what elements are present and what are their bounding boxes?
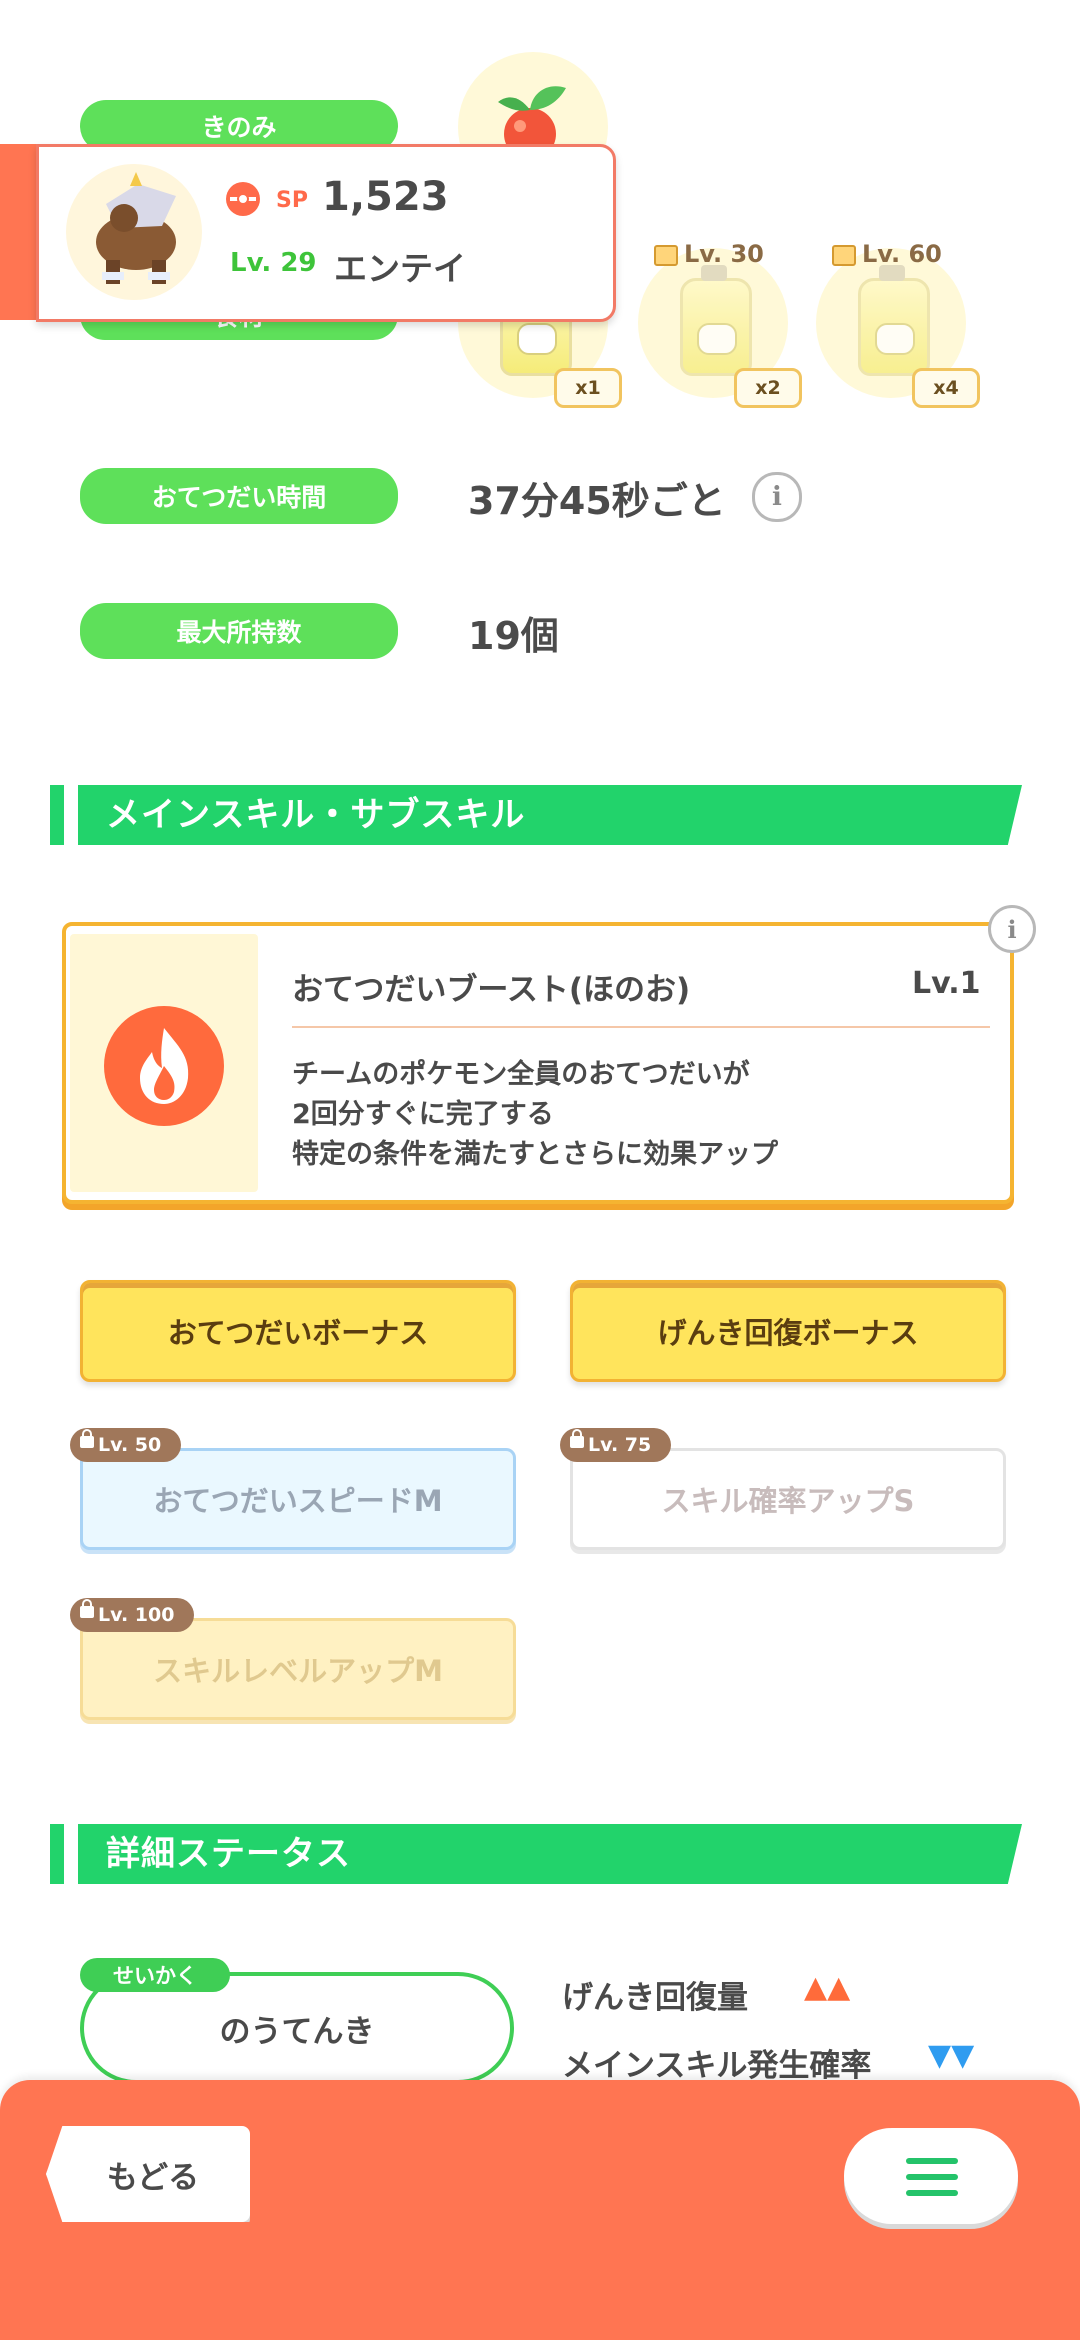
skill-level: Lv.1: [912, 966, 981, 1001]
skill-name: おてつだいブースト(ほのお): [292, 972, 691, 1008]
subskill-skill-level-up-m[interactable]: スキルレベルアップM: [80, 1618, 516, 1720]
oil-bottle-icon: [680, 265, 752, 376]
pokemon-avatar: [66, 164, 202, 300]
help-time-value: 37分45秒ごと: [468, 479, 726, 523]
skill-desc-line2: 2回分すぐに完了する: [292, 1099, 554, 1130]
section-title: メインスキル・サブスキル: [106, 795, 526, 835]
section-title: 詳細ステータス: [106, 1834, 351, 1874]
subskill-energy-recovery-bonus[interactable]: げんき回復ボーナス: [570, 1280, 1006, 1382]
back-label: もどる: [106, 2159, 200, 2196]
nature-up-label: げんき回復量: [562, 1980, 748, 2016]
subskill-helping-speed-m[interactable]: おてつだいスピードM: [80, 1448, 516, 1550]
unlock-level: Lv. 30: [654, 240, 764, 268]
info-icon[interactable]: i: [752, 472, 802, 522]
lock-icon: [570, 1429, 584, 1448]
qty-badge: x4: [912, 368, 980, 408]
lock-level-tag: Lv. 100: [70, 1598, 195, 1632]
sp-prefix: SP: [276, 188, 308, 213]
menu-button[interactable]: [844, 2128, 1018, 2224]
help-time-label: おてつだい時間: [80, 468, 398, 524]
pokemon-name: エンテイ: [334, 249, 466, 288]
divider: [292, 1026, 990, 1028]
skill-desc-line3: 特定の条件を満たすとさらに効果アップ: [292, 1139, 778, 1170]
pokeball-icon: [226, 182, 260, 216]
lock-level-tag: Lv. 75: [560, 1428, 672, 1462]
nature-down-label: メインスキル発生確率: [562, 2048, 872, 2084]
details-section-header: 詳細ステータス: [50, 1824, 1022, 1884]
max-carry-label: 最大所持数: [80, 603, 398, 659]
lock-icon: [80, 1429, 94, 1448]
hamburger-icon: [906, 2158, 958, 2196]
lock-icon: [80, 1599, 94, 1618]
info-icon[interactable]: i: [988, 905, 1036, 953]
back-button[interactable]: もどる: [46, 2126, 250, 2222]
fire-skill-icon: [104, 1006, 224, 1126]
lock-icon: [654, 244, 678, 266]
nature-up-icon: ▲▲: [804, 1970, 851, 2005]
qty-badge: x2: [734, 368, 802, 408]
skills-section-header: メインスキル・サブスキル: [50, 785, 1022, 845]
max-carry-value: 19個: [468, 614, 559, 658]
lock-icon: [832, 244, 856, 266]
unlock-level: Lv. 60: [832, 240, 942, 268]
lock-level-tag: Lv. 50: [70, 1428, 182, 1462]
pokemon-summary-card[interactable]: SP 1,523 Lv. 29 エンテイ: [0, 144, 616, 322]
nature-tag: せいかく: [80, 1958, 230, 1992]
subskill-helping-bonus[interactable]: おてつだいボーナス: [80, 1280, 516, 1382]
qty-badge: x1: [554, 368, 622, 408]
nature-down-icon: ▼▼: [928, 2038, 975, 2073]
oil-bottle-icon: [858, 265, 930, 376]
card-accent: [0, 144, 40, 320]
nature-value: のうてんき: [219, 2013, 375, 2050]
subskill-skill-trigger-s[interactable]: スキル確率アップS: [570, 1448, 1006, 1550]
main-skill-card[interactable]: おてつだいブースト(ほのお) Lv.1 チームのポケモン全員のおてつだいが 2回…: [62, 922, 1014, 1204]
sp-value: 1,523: [322, 174, 449, 220]
skill-desc-line1: チームのポケモン全員のおてつだいが: [292, 1059, 750, 1090]
pokemon-level: Lv. 29: [230, 248, 317, 278]
